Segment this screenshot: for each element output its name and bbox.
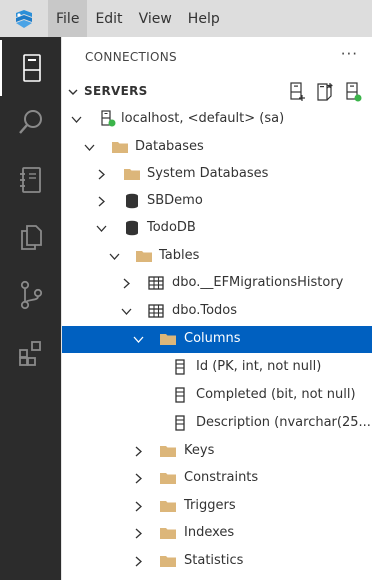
activity-bar [0, 37, 61, 580]
extensions-icon [18, 341, 41, 366]
folder-icon [160, 446, 176, 457]
chevron-down-icon[interactable] [83, 141, 96, 154]
explorer-button[interactable] [0, 209, 61, 265]
panel-title: CONNECTIONS [85, 50, 177, 64]
tree-node-label: Tables [159, 248, 200, 263]
tree-node-columns[interactable]: Columns [62, 326, 372, 353]
folder-icon [112, 142, 128, 153]
tree-node-keys[interactable]: Keys [62, 438, 372, 465]
tree-node-label: Completed (bit, not null) [196, 387, 356, 402]
tree-node-statistics[interactable]: Statistics [62, 548, 372, 575]
column-icon [175, 415, 185, 431]
chevron-right-icon[interactable] [132, 472, 145, 485]
tree-node-label: Id (PK, int, not null) [196, 359, 322, 374]
tree-node-label: Constraints [184, 470, 259, 485]
folder-icon [160, 501, 176, 512]
folder-icon [160, 334, 176, 345]
tree-node-efmigrations[interactable]: dbo.__EFMigrationsHistory [62, 270, 372, 297]
tree-node-indexes[interactable]: Indexes [62, 520, 372, 547]
source-control-button[interactable] [0, 267, 61, 323]
tree-node-label: SBDemo [147, 193, 203, 208]
tree-node-tododb[interactable]: TodoDB [62, 215, 372, 242]
chevron-right-icon[interactable] [132, 500, 145, 513]
notebook-icon [19, 167, 41, 193]
chevron-right-icon[interactable] [132, 555, 145, 568]
chevron-right-icon[interactable] [132, 527, 145, 540]
tree-node-column-id[interactable]: Id (PK, int, not null) [62, 354, 372, 381]
menu-edit[interactable]: Edit [87, 0, 130, 37]
tree-node-label: TodoDB [147, 220, 196, 235]
table-icon [148, 304, 164, 318]
tree-node-constraints[interactable]: Constraints [62, 465, 372, 492]
servers-icon [22, 54, 41, 82]
database-icon [126, 193, 138, 209]
server-connected-icon [101, 110, 116, 127]
tree-node-label: localhost, <default> (sa) [121, 111, 285, 126]
folder-icon [136, 251, 152, 262]
app-logo-icon [0, 0, 48, 37]
menu-file[interactable]: File [48, 0, 88, 37]
servers-section-label: SERVERS [84, 84, 148, 98]
chevron-right-icon[interactable] [95, 168, 108, 181]
chevron-down-icon[interactable] [95, 222, 108, 235]
chevron-right-icon[interactable] [120, 277, 133, 290]
folder-icon [160, 473, 176, 484]
tree-node-column-description[interactable]: Description (nvarchar(25... [62, 410, 372, 437]
chevron-right-icon[interactable] [132, 445, 145, 458]
chevron-down-icon[interactable] [70, 113, 83, 126]
chevron-down-icon[interactable] [132, 333, 145, 346]
menu-bar: File Edit View Help [0, 0, 372, 37]
tree-node-dbo-todos[interactable]: dbo.Todos [62, 298, 372, 325]
tree-node-label: dbo.Todos [172, 303, 238, 318]
source-control-icon [20, 280, 42, 310]
chevron-down-icon[interactable] [120, 305, 133, 318]
tree-node-label: Columns [184, 331, 241, 346]
notebooks-button[interactable] [0, 152, 61, 208]
folder-icon [160, 528, 176, 539]
copy-icon [20, 225, 42, 250]
chevron-down-icon[interactable] [108, 250, 121, 263]
servers-section-header[interactable]: SERVERS [62, 80, 372, 104]
menu-help[interactable]: Help [180, 0, 228, 37]
column-icon [175, 387, 185, 403]
tree-node-column-completed[interactable]: Completed (bit, not null) [62, 382, 372, 409]
tree-node-label: Statistics [184, 553, 244, 568]
tree-node-label: Description (nvarchar(25... [196, 415, 371, 430]
tree-node-server[interactable]: localhost, <default> (sa) [62, 106, 372, 133]
search-button[interactable] [0, 94, 61, 150]
search-icon [18, 110, 42, 134]
tree-node-triggers[interactable]: Triggers [62, 493, 372, 520]
tree-node-system-databases[interactable]: System Databases [62, 161, 372, 188]
more-actions-button[interactable]: ··· [341, 45, 358, 63]
tree-node-databases[interactable]: Databases [62, 134, 372, 161]
tree-node-label: Indexes [184, 525, 235, 540]
menu-view[interactable]: View [131, 0, 180, 37]
table-icon [148, 276, 164, 290]
database-icon [126, 220, 138, 236]
active-connections-icon[interactable] [343, 82, 363, 102]
tree-node-label: Triggers [184, 498, 236, 513]
tree-node-tables[interactable]: Tables [62, 243, 372, 270]
tree-node-label: dbo.__EFMigrationsHistory [172, 275, 344, 290]
chevron-right-icon[interactable] [95, 195, 108, 208]
folder-icon [124, 169, 140, 180]
folder-icon [160, 556, 176, 567]
connections-panel: CONNECTIONS ··· SERVERS localhost, <defa… [61, 37, 372, 580]
extensions-button[interactable] [0, 325, 61, 381]
tree-node-label: Keys [184, 443, 215, 458]
new-connection-icon[interactable] [287, 82, 307, 102]
tree-node-label: System Databases [147, 166, 269, 181]
tree-node-sbdemo[interactable]: SBDemo [62, 188, 372, 215]
chevron-down-icon [68, 89, 78, 95]
servers-button[interactable] [0, 40, 61, 96]
column-icon [175, 359, 185, 375]
tree-node-label: Databases [135, 139, 204, 154]
new-server-group-icon[interactable] [315, 82, 335, 102]
